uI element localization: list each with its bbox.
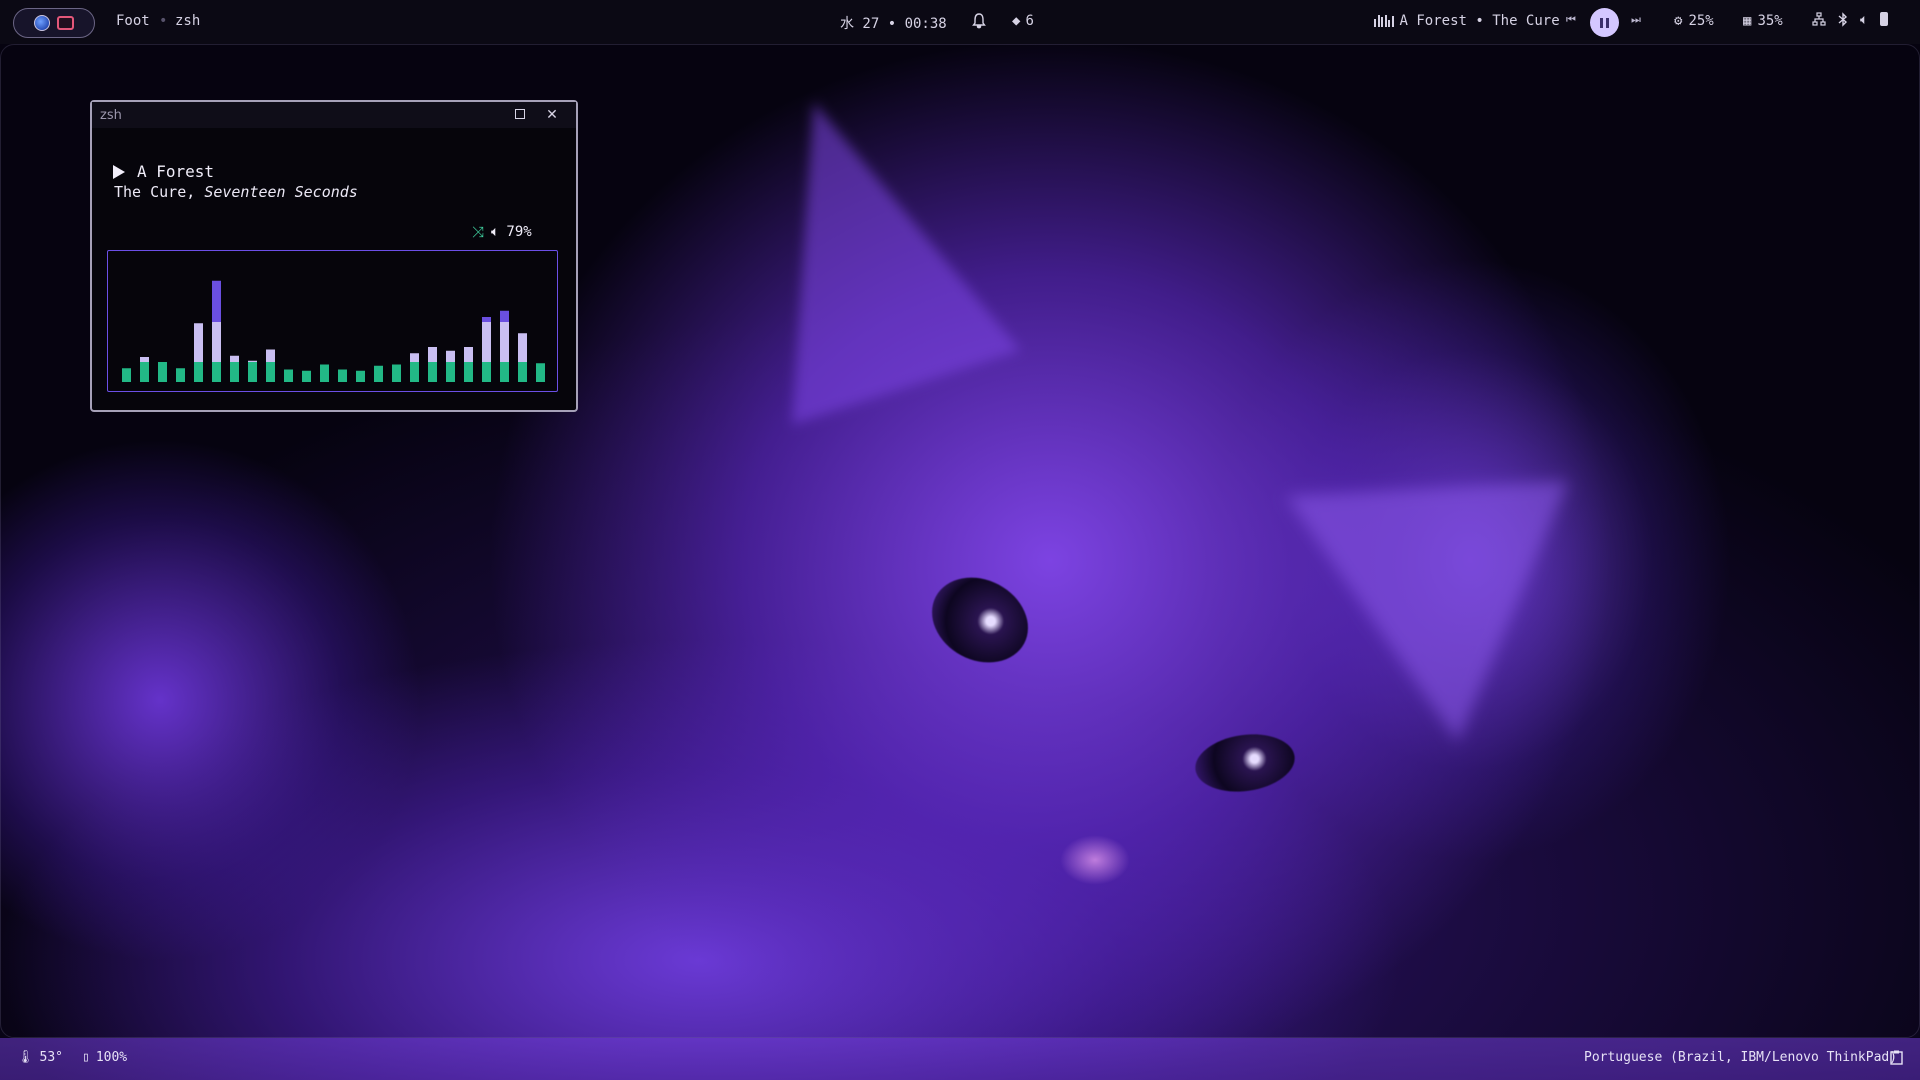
browser-icon[interactable]: [34, 15, 50, 31]
pause-icon: [1600, 17, 1603, 28]
visualizer-bar: [194, 323, 203, 382]
visualizer-bar: [356, 370, 365, 382]
title-separator: •: [159, 13, 168, 29]
diamond-icon: ◆: [1012, 13, 1021, 29]
clock-text: 水 27 • 00:38: [840, 16, 947, 32]
visualizer-bar: [212, 280, 221, 382]
visualizer-bar: [536, 363, 545, 382]
clipboard-icon[interactable]: [1890, 1050, 1903, 1065]
close-icon: ✕: [546, 107, 558, 123]
bottom-bar: 🌡︎ 53° ▯ 100% Portuguese (Brazil, IBM/Le…: [0, 1038, 1920, 1080]
temperature-widget[interactable]: 🌡︎ 53°: [17, 1050, 63, 1065]
previous-track-icon[interactable]: ⏮: [1566, 13, 1576, 27]
visualizer-bar: [158, 362, 167, 382]
visualizer-svg: [122, 280, 545, 382]
terminal-window[interactable]: zsh ✕ A Forest The Cure, Seventeen Secon…: [90, 100, 578, 412]
now-playing-text: A Forest • The Cure: [1399, 13, 1560, 29]
temperature-value: 53°: [39, 1050, 63, 1065]
media-now-playing[interactable]: A Forest • The Cure: [1374, 13, 1560, 29]
terminal-content[interactable]: A Forest The Cure, Seventeen Seconds ⤨ 🔈…: [92, 128, 576, 412]
active-window-title: zsh: [175, 13, 201, 29]
audio-bars-icon: [1374, 15, 1394, 27]
thermometer-icon: 🌡︎: [17, 1050, 34, 1065]
workspace-indicator[interactable]: [13, 8, 95, 38]
memory-usage-value: 35%: [1757, 13, 1783, 29]
track-title-line: A Forest: [113, 162, 214, 181]
player-controls: ⤨ 🔈︎ 79%: [472, 223, 532, 241]
track-artist: The Cure,: [114, 183, 196, 201]
terminal-icon[interactable]: [57, 16, 74, 30]
play-icon: [113, 164, 125, 179]
keyboard-layout-text: Portuguese (Brazil, IBM/Lenovo ThinkPad): [1584, 1050, 1898, 1065]
visualizer-bar: [428, 347, 437, 382]
volume-value: 79%: [506, 224, 532, 240]
visualizer-bar: [374, 365, 383, 382]
wallpaper-cat-eye: [1191, 728, 1299, 798]
visualizer-bar: [122, 368, 131, 382]
visualizer-bar: [518, 333, 527, 382]
track-artist-line: The Cure, Seventeen Seconds: [114, 183, 358, 201]
visualizer-bar: [248, 360, 257, 382]
brightness-widget[interactable]: ▯ 100%: [82, 1050, 127, 1065]
bluetooth-icon[interactable]: [1838, 12, 1848, 31]
visualizer-bar: [284, 369, 293, 382]
visualizer-bar: [176, 368, 185, 382]
keyboard-layout-widget[interactable]: Portuguese (Brazil, IBM/Lenovo ThinkPad): [1584, 1050, 1897, 1065]
cpu-usage[interactable]: ⚙ 25%: [1674, 13, 1714, 29]
brightness-icon: ▯: [82, 1050, 90, 1065]
network-icon[interactable]: [1812, 12, 1826, 31]
wallpaper-cat-eye: [917, 561, 1043, 679]
visualizer-bar: [320, 364, 329, 382]
close-button[interactable]: ✕: [536, 107, 568, 123]
next-track-icon[interactable]: ⏭: [1631, 13, 1641, 27]
maximize-icon: [515, 109, 525, 119]
system-tray: 🔈︎: [1812, 12, 1889, 31]
clock[interactable]: 水 27 • 00:38: [840, 13, 947, 33]
bell-icon[interactable]: [972, 13, 986, 33]
visualizer-bar: [140, 357, 149, 382]
window-titlebar[interactable]: zsh ✕: [92, 102, 576, 128]
visualizer-bar: [446, 350, 455, 382]
visualizer-bar: [482, 317, 491, 382]
notification-count: 6: [1025, 13, 1034, 29]
visualizer-bar: [392, 364, 401, 382]
visualizer-bar: [410, 353, 419, 382]
wallpaper-cat-ear: [1285, 358, 1655, 742]
wallpaper-cat-ear: [699, 65, 1021, 425]
visualizer-bar: [266, 349, 275, 382]
visualizer-bar: [302, 370, 311, 382]
audio-visualizer: [107, 250, 558, 392]
visualizer-bar: [230, 355, 239, 382]
visualizer-bar: [500, 310, 509, 382]
wallpaper-cat-nose: [1060, 835, 1130, 885]
memory-icon: ▦: [1743, 13, 1752, 29]
visualizer-bar: [464, 347, 473, 382]
cpu-icon: ⚙: [1674, 13, 1683, 29]
volume-icon[interactable]: 🔈︎: [1860, 12, 1868, 31]
active-app-name: Foot: [116, 13, 150, 29]
notification-indicator[interactable]: ◆ 6: [1012, 13, 1034, 29]
window-title: zsh: [100, 107, 122, 123]
track-album: Seventeen Seconds: [204, 183, 358, 201]
maximize-button[interactable]: [504, 107, 536, 123]
battery-icon[interactable]: [1880, 12, 1889, 26]
visualizer-bar: [338, 369, 347, 382]
memory-usage[interactable]: ▦ 35%: [1743, 13, 1783, 29]
top-bar: Foot • zsh 水 27 • 00:38 ◆ 6 A Forest • T…: [0, 0, 1920, 44]
pause-button[interactable]: [1590, 8, 1619, 37]
volume-icon: 🔈︎: [491, 224, 500, 240]
shuffle-icon[interactable]: ⤨: [472, 223, 484, 241]
cpu-usage-value: 25%: [1688, 13, 1714, 29]
track-title: A Forest: [137, 162, 215, 181]
brightness-value: 100%: [95, 1050, 128, 1065]
